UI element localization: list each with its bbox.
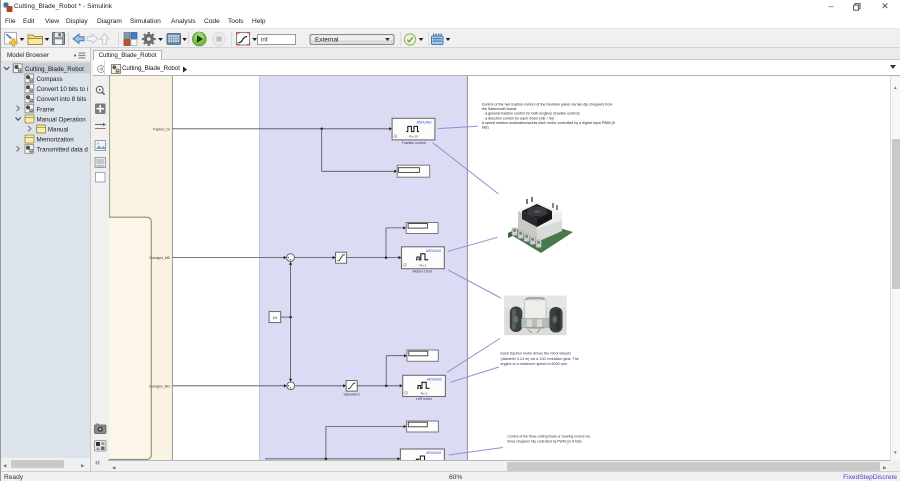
svg-text:Manual Operation: Manual Operation (37, 116, 87, 123)
svg-text:Pin 10: Pin 10 (409, 135, 418, 139)
svg-text:Consigne_MG: Consigne_MG (149, 384, 171, 388)
svg-text:Memorization: Memorization (37, 137, 75, 144)
svg-text:Traction_Gr: Traction_Gr (153, 127, 171, 131)
svg-text:Cutting_Blade_Robot: Cutting_Blade_Robot (25, 66, 84, 73)
svg-text:Traction control: Traction control (402, 141, 426, 145)
svg-text:Saturation2: Saturation2 (343, 393, 360, 397)
svg-text:Convert into 8 bits: Convert into 8 bits (37, 96, 87, 103)
svg-text:Manual: Manual (48, 127, 68, 134)
svg-text:Convert 10 bits to i: Convert 10 bits to i (37, 86, 89, 93)
svg-text:Pin 3: Pin 3 (419, 264, 426, 268)
svg-text:1/4: 1/4 (273, 316, 278, 320)
svg-text:ARDUINO: ARDUINO (426, 249, 442, 253)
svg-text:ARDUINO: ARDUINO (426, 451, 442, 455)
svg-text:Control of the three cutting b: Control of the three cutting blade or mo… (508, 435, 590, 444)
svg-text:Each traction motor drives the: Each traction motor drives the robot whe… (501, 352, 579, 367)
svg-text:Moteur Droit: Moteur Droit (413, 270, 432, 274)
svg-text:Frame: Frame (37, 106, 55, 113)
svg-text:ARDUINO: ARDUINO (416, 120, 432, 124)
svg-text:ARDUINO: ARDUINO (427, 377, 443, 381)
svg-text:External: External (315, 37, 338, 44)
svg-text:Compass: Compass (37, 76, 63, 83)
svg-text:Consigne_MD: Consigne_MD (149, 256, 171, 260)
svg-text:inf: inf (261, 36, 268, 43)
svg-text:Transmitted data d: Transmitted data d (37, 147, 89, 154)
svg-text:Pin 2: Pin 2 (421, 391, 428, 395)
svg-text:Left motor: Left motor (416, 397, 433, 401)
